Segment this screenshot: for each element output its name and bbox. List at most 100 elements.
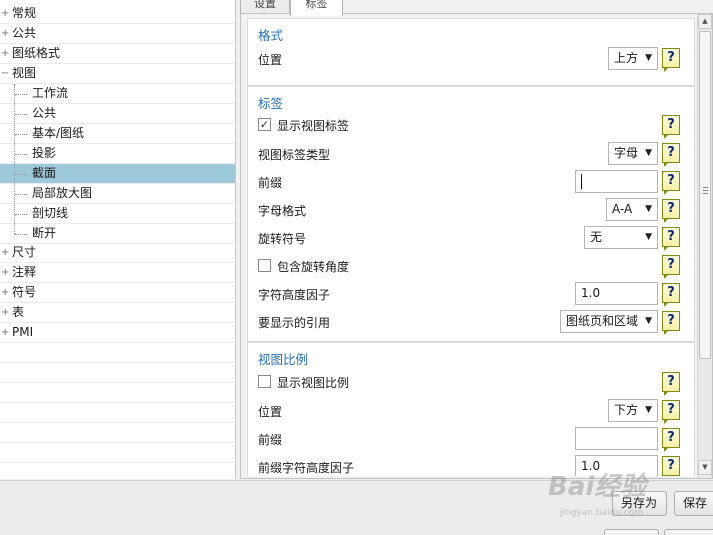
prefix-char-height-input[interactable]: 1.0 <box>575 455 658 476</box>
tab-settings[interactable]: 设置 <box>240 0 290 14</box>
help-icon[interactable]: ? <box>662 400 680 424</box>
scroll-down-icon[interactable]: ▼ <box>698 460 712 475</box>
group-format: 格式 位置 上方 ▼ ? <box>247 18 695 86</box>
dropdown-arrow-icon: ▼ <box>645 405 652 415</box>
tree-item-dimension[interactable]: + 尺寸 <box>0 243 235 263</box>
tree-item-view-common[interactable]: 公共 <box>0 104 235 124</box>
help-icon[interactable]: ? <box>662 143 680 167</box>
dropdown-arrow-icon: ▼ <box>645 204 652 214</box>
tree-item-label: 基本/图纸 <box>32 126 85 140</box>
tree-item-detail-view[interactable]: 局部放大图 <box>0 184 235 204</box>
expand-icon[interactable]: + <box>1 323 9 342</box>
tree-connector-line <box>14 84 15 234</box>
tree-item-label: PMI <box>12 325 34 339</box>
tree-item-label: 工作流 <box>32 86 69 100</box>
collapse-icon[interactable]: − <box>1 64 9 83</box>
tree-item-view[interactable]: − 视图 <box>0 64 235 84</box>
help-icon[interactable]: ? <box>662 255 680 279</box>
scrollbar-thumb[interactable] <box>699 31 711 359</box>
partial-button[interactable] <box>604 529 659 535</box>
label-type-dropdown[interactable]: 字母 ▼ <box>608 142 658 165</box>
help-icon[interactable]: ? <box>662 372 680 396</box>
tree-item-label: 常规 <box>12 6 37 20</box>
rotation-symbol-dropdown[interactable]: 无 ▼ <box>584 226 658 249</box>
tree-empty-row <box>0 363 235 383</box>
tree-item-sheet-format[interactable]: + 图纸格式 <box>0 44 235 64</box>
expand-icon[interactable]: + <box>1 4 9 23</box>
tree-item-projection[interactable]: 投影 <box>0 144 235 164</box>
show-view-label-checkbox[interactable]: ✓ <box>258 118 271 131</box>
scale-position-label: 位置 <box>258 405 283 419</box>
include-rotation-angle-checkbox[interactable] <box>258 259 271 272</box>
expand-icon[interactable]: + <box>1 303 9 322</box>
help-icon[interactable]: ? <box>662 227 680 251</box>
tree-connector-tick <box>15 134 27 135</box>
tree-empty-row <box>0 403 235 423</box>
help-icon[interactable]: ? <box>662 456 680 476</box>
letter-format-dropdown[interactable]: A-A ▼ <box>606 198 658 221</box>
tree-item-label: 尺寸 <box>12 245 37 259</box>
tree-connector-tick <box>15 154 27 155</box>
tree-item-base-drawing[interactable]: 基本/图纸 <box>0 124 235 144</box>
tab-label[interactable]: 标签 <box>290 0 343 16</box>
expand-icon[interactable]: + <box>1 263 9 282</box>
position-label: 位置 <box>258 53 283 67</box>
vertical-scrollbar[interactable]: ▲ ▼ <box>697 14 712 478</box>
help-icon[interactable]: ? <box>662 283 680 307</box>
references-dropdown[interactable]: 图纸页和区域 ▼ <box>560 310 658 333</box>
letter-format-label: 字母格式 <box>258 204 307 218</box>
position-dropdown[interactable]: 上方 ▼ <box>608 47 658 70</box>
tree-connector-tick <box>15 174 27 175</box>
expand-icon[interactable]: + <box>1 243 9 262</box>
tree-item-label: 公共 <box>32 106 57 120</box>
char-height-factor-input[interactable]: 1.0 <box>575 282 658 305</box>
help-icon[interactable]: ? <box>662 311 680 335</box>
expand-icon[interactable]: + <box>1 283 9 302</box>
group-label: 标签 ✓ 显示视图标签 ? 视图标签类型 字母 ▼ ? 前缀 ? 字母格式 A-… <box>247 86 695 342</box>
prefix-char-height-label: 前缀字符高度因子 <box>258 461 355 475</box>
tree-item-section[interactable]: 截面 <box>0 164 235 184</box>
show-view-scale-text: 显示视图比例 <box>277 376 350 390</box>
help-icon[interactable]: ? <box>662 115 680 139</box>
category-tree[interactable]: + 常规 + 公共 + 图纸格式 − 视图 工作流 公共 基本/图纸 投影 截面… <box>0 0 236 479</box>
tree-connector-tick <box>15 214 27 215</box>
scale-prefix-input[interactable] <box>575 427 658 450</box>
save-button[interactable]: 保存 <box>674 491 713 516</box>
tree-item-common[interactable]: + 公共 <box>0 24 235 44</box>
tree-item-label: 视图 <box>12 66 37 80</box>
tree-item-label: 投影 <box>32 146 57 160</box>
tree-item-label: 局部放大图 <box>32 186 93 200</box>
tree-item-symbol[interactable]: + 符号 <box>0 283 235 303</box>
save-as-button[interactable]: 另存为 <box>612 491 667 516</box>
partial-button[interactable] <box>664 529 713 535</box>
dropdown-arrow-icon: ▼ <box>645 232 652 242</box>
tree-connector-tick <box>15 194 27 195</box>
show-view-scale-checkbox[interactable] <box>258 375 271 388</box>
tree-item-label: 公共 <box>12 26 37 40</box>
prefix-label: 前缀 <box>258 176 283 190</box>
tree-item-table[interactable]: + 表 <box>0 303 235 323</box>
help-icon[interactable]: ? <box>662 48 680 72</box>
help-icon[interactable]: ? <box>662 199 680 223</box>
tree-item-pmi[interactable]: + PMI <box>0 323 235 343</box>
expand-icon[interactable]: + <box>1 24 9 43</box>
tree-item-label: 表 <box>12 305 25 319</box>
tree-item-section-line[interactable]: 剖切线 <box>0 204 235 224</box>
scale-position-dropdown[interactable]: 下方 ▼ <box>608 399 658 422</box>
tree-item-general[interactable]: + 常规 <box>0 4 235 24</box>
expand-icon[interactable]: + <box>1 44 9 63</box>
tree-item-break[interactable]: 断开 <box>0 224 235 244</box>
help-icon[interactable]: ? <box>662 171 680 195</box>
tree-item-workflow[interactable]: 工作流 <box>0 84 235 104</box>
scroll-up-icon[interactable]: ▲ <box>698 14 712 29</box>
group-title: 视图比例 <box>258 352 309 367</box>
dropdown-value: 上方 <box>614 51 639 65</box>
show-view-label-text: 显示视图标签 <box>277 119 350 133</box>
dropdown-arrow-icon: ▼ <box>645 316 652 326</box>
tree-item-annotation[interactable]: + 注释 <box>0 263 235 283</box>
prefix-input[interactable] <box>575 170 658 193</box>
tree-item-label: 符号 <box>12 285 37 299</box>
tree-empty-row <box>0 443 235 463</box>
tree-connector-tick <box>15 94 27 95</box>
help-icon[interactable]: ? <box>662 428 680 452</box>
